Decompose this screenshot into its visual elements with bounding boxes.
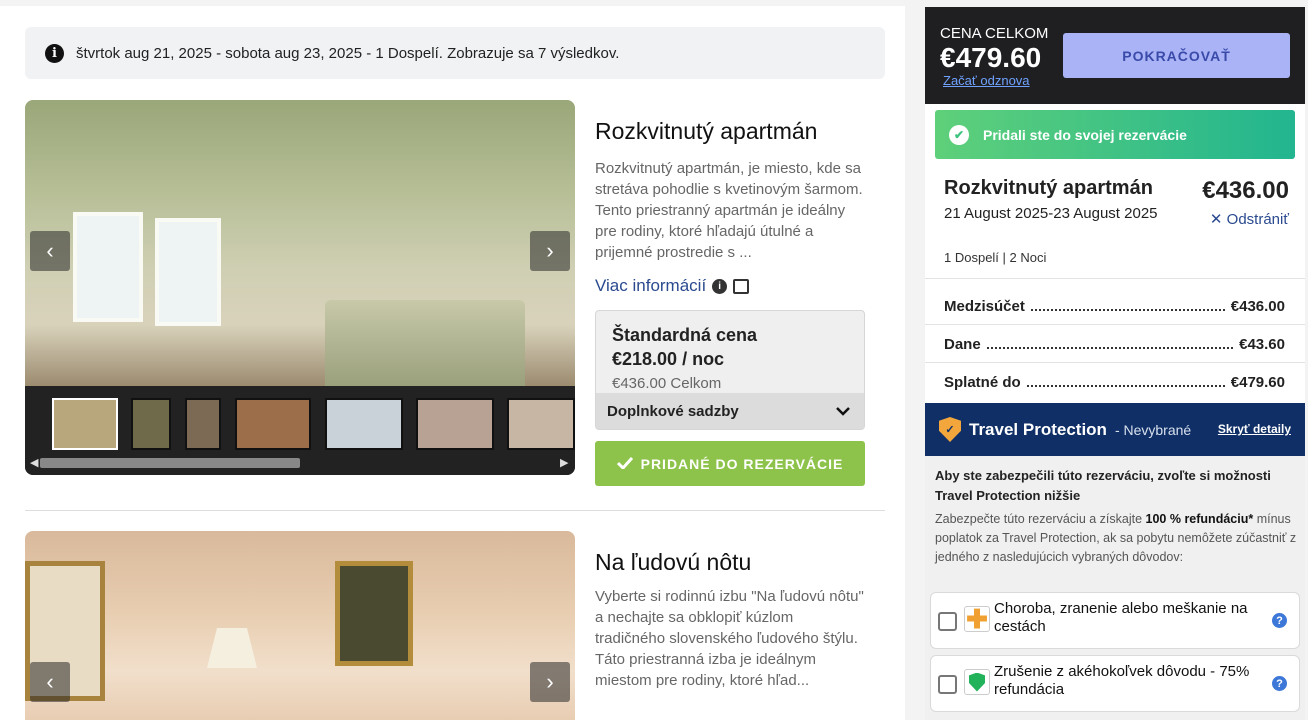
rate-total: €436.00 Celkom <box>612 375 722 392</box>
added-to-reservation-button[interactable]: PRIDANÉ DO REZERVÁCIE <box>595 441 865 486</box>
summary-label: Dane <box>944 336 981 353</box>
chevron-down-icon <box>836 403 850 420</box>
room-photo-carousel: ‹ › ◀ ▶ <box>25 100 575 475</box>
room-description: Vyberte si rodinnú izbu "Na ľudovú nôtu"… <box>595 588 864 689</box>
extra-rates-label: Doplnkové sadzby <box>607 402 739 420</box>
travel-protection-status: - Nevybrané <box>1114 421 1192 438</box>
room-card: ‹ › Na ľudovú nôtu Vyberte si rodinnú iz… <box>25 531 885 720</box>
medical-plus-icon: ✚ <box>964 606 990 632</box>
option-checkbox[interactable] <box>938 612 957 631</box>
room-title: Na ľudovú nôtu <box>595 549 752 575</box>
thumbnail[interactable] <box>235 398 311 450</box>
thumbnail-strip: ◀ ▶ <box>25 386 575 475</box>
shield-icon <box>964 669 990 695</box>
dotted-leader <box>986 336 1234 349</box>
divider <box>925 324 1305 325</box>
prev-photo-button[interactable]: ‹ <box>30 662 70 702</box>
added-button-label: PRIDANÉ DO REZERVÁCIE <box>640 455 844 472</box>
travel-protection-lead: Aby ste zabezpečili túto rezerváciu, zvo… <box>935 468 1271 503</box>
protection-option[interactable]: ✚ Choroba, zranenie alebo meškanie na ce… <box>930 592 1300 649</box>
info-icon: i <box>45 43 64 63</box>
search-summary-bar: i štvrtok aug 21, 2025 - sobota aug 23, … <box>25 27 885 79</box>
booked-room-title: Rozkvitnutý apartmán <box>944 177 1153 199</box>
thumbnail[interactable] <box>507 398 575 450</box>
travel-protection-header: ✓ Travel Protection - Nevybrané Skryť de… <box>925 403 1305 456</box>
divider <box>25 510 885 511</box>
close-icon: ✕ <box>1209 211 1223 228</box>
dotted-leader <box>1026 374 1225 387</box>
travel-protection-description: Zabezpečte túto rezerváciu a získajte 10… <box>935 510 1297 567</box>
option-label: Choroba, zranenie alebo meškanie na cest… <box>994 600 1248 635</box>
success-alert: ✔ Pridali ste do svojej rezervácie <box>935 110 1295 159</box>
lamp-image <box>207 628 257 668</box>
thumbnail[interactable] <box>416 398 494 450</box>
summary-label: Splatné do <box>944 374 1021 391</box>
thumbnail[interactable] <box>52 398 118 450</box>
prev-photo-button[interactable]: ‹ <box>30 231 70 271</box>
more-info-link[interactable]: Viac informácií <box>595 276 706 296</box>
thumbnail[interactable] <box>185 398 221 450</box>
thumbnail-scrollbar[interactable] <box>40 458 300 468</box>
rate-name: Štandardná cena <box>612 325 758 345</box>
thumbnail[interactable] <box>131 398 171 450</box>
thumbnail[interactable] <box>325 398 403 450</box>
help-icon[interactable]: ? <box>1272 613 1287 628</box>
description-text: Zabezpečte túto rezerváciu a získajte <box>935 512 1146 526</box>
description-bold: 100 % refundáciu* <box>1145 512 1254 526</box>
rate-box: Štandardná cena €218.00 / noc €436.00 Ce… <box>595 310 865 430</box>
continue-button[interactable]: POKRAČOVAŤ <box>1063 33 1290 78</box>
option-checkbox[interactable] <box>938 675 957 694</box>
total-bar: CENA CELKOM €479.60 Začať odznova POKRAČ… <box>925 7 1305 104</box>
portrait-image <box>335 561 413 666</box>
room-title: Rozkvitnutý apartmán <box>595 118 818 144</box>
window-image <box>155 218 221 326</box>
extra-rates-toggle[interactable]: Doplnkové sadzby <box>596 393 864 429</box>
check-icon <box>616 456 633 472</box>
scroll-left-arrow[interactable]: ◀ <box>30 456 38 469</box>
scroll-right-arrow[interactable]: ▶ <box>560 456 568 469</box>
booked-room-price: €436.00 <box>1202 177 1289 204</box>
shield-icon: ✓ <box>939 417 961 442</box>
summary-row: Medzisúčet €436.00 <box>944 298 1285 315</box>
option-label: Zrušenie z akéhokoľvek dôvodu - 75% refu… <box>994 663 1250 698</box>
summary-label: Medzisúčet <box>944 298 1025 315</box>
total-label: CENA CELKOM <box>940 25 1049 42</box>
booked-room-dates: 21 August 2025-23 August 2025 <box>944 205 1158 222</box>
room-description: Rozkvitnutý apartmán, je miesto, kde sa … <box>595 160 863 261</box>
summary-row: Splatné do €479.60 <box>944 374 1285 391</box>
next-photo-button[interactable]: › <box>530 662 570 702</box>
calendar-icon[interactable] <box>733 278 750 294</box>
remove-label: Odstrániť <box>1226 211 1289 228</box>
rate-per-night: €218.00 / noc <box>612 349 725 369</box>
more-info-link-row[interactable]: Viac informácií i <box>595 276 750 296</box>
check-circle-icon: ✔ <box>949 124 969 145</box>
restart-link[interactable]: Začať odznova <box>943 73 1030 88</box>
room-photo-carousel: ‹ › <box>25 531 575 720</box>
success-message: Pridali ste do svojej rezervácie <box>983 126 1187 143</box>
room-card: ‹ › ◀ ▶ Rozkvitnutý apartmán Rozkvitnutý… <box>25 100 885 486</box>
reservation-sidebar: CENA CELKOM €479.60 Začať odznova POKRAČ… <box>925 7 1305 720</box>
protection-option[interactable]: Zrušenie z akéhokoľvek dôvodu - 75% refu… <box>930 655 1300 712</box>
window-image <box>73 212 143 322</box>
results-column: i štvrtok aug 21, 2025 - sobota aug 23, … <box>0 6 905 720</box>
summary-value: €43.60 <box>1239 336 1285 353</box>
travel-protection-body: Aby ste zabezpečili túto rezerváciu, zvo… <box>925 456 1305 720</box>
total-amount: €479.60 <box>940 42 1042 73</box>
summary-value: €479.60 <box>1230 374 1285 391</box>
remove-room-button[interactable]: ✕ Odstrániť <box>1210 210 1289 228</box>
travel-protection-title: Travel Protection <box>969 419 1107 439</box>
booked-room-guests: 1 Dospelí | 2 Noci <box>944 250 1047 265</box>
hide-details-link[interactable]: Skryť detaily <box>1218 422 1291 436</box>
info-icon[interactable]: i <box>712 278 728 294</box>
page: i štvrtok aug 21, 2025 - sobota aug 23, … <box>0 0 1308 720</box>
help-icon[interactable]: ? <box>1272 676 1287 691</box>
summary-row: Dane €43.60 <box>944 336 1285 353</box>
dotted-leader <box>1030 298 1225 311</box>
divider <box>925 362 1305 363</box>
divider <box>925 278 1305 279</box>
search-summary-text: štvrtok aug 21, 2025 - sobota aug 23, 20… <box>76 44 620 62</box>
next-photo-button[interactable]: › <box>530 231 570 271</box>
summary-value: €436.00 <box>1230 298 1285 315</box>
